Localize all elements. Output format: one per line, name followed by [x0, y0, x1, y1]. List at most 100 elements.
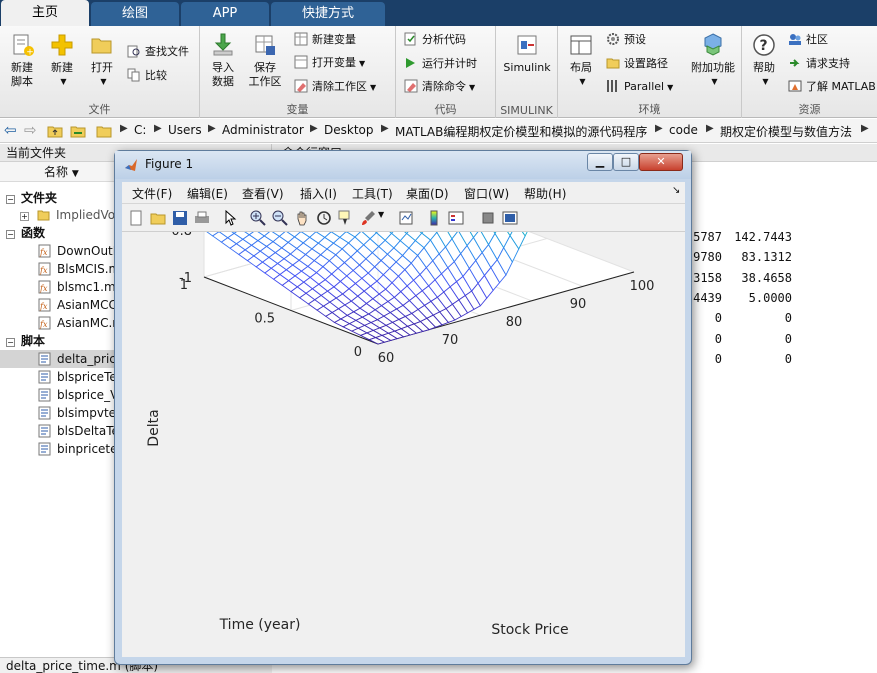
breadcrumb-users[interactable]: Users [168, 123, 202, 137]
data-cursor-icon[interactable] [338, 210, 354, 226]
environment-group-label: 环境 [638, 103, 661, 116]
request-support-button[interactable]: 请求支持 [788, 54, 850, 74]
analyze-code-button[interactable]: 分析代码 [404, 30, 466, 50]
link-plot-icon[interactable] [398, 210, 414, 226]
script-file-item[interactable]: blspriceTe [38, 368, 117, 386]
open-file-icon[interactable] [150, 210, 166, 226]
breadcrumb-drive[interactable]: C: [134, 123, 146, 137]
show-tools-icon[interactable] [502, 210, 518, 226]
script-file-item[interactable]: blsprice_V [38, 386, 118, 404]
function-file-item[interactable]: fx DownOutP [38, 242, 120, 260]
find-files-button[interactable]: 查找文件 [127, 42, 189, 62]
layout-button[interactable]: 布局 ▼ [561, 32, 601, 89]
surface-plot[interactable]: -0.2-0.4-0.6-0.8-110.5060708090100DeltaT… [122, 232, 685, 657]
learn-matlab-button[interactable]: 了解 MATLAB [788, 77, 876, 97]
new-figure-icon[interactable] [128, 210, 144, 226]
clear-commands-icon [404, 79, 418, 93]
chevron-down-icon: ▼ [579, 77, 586, 86]
folder-item[interactable]: + ImpliedVo [20, 206, 115, 224]
new-button[interactable]: 新建 ▼ [42, 32, 82, 89]
function-file-icon: fx [38, 280, 51, 294]
clear-commands-button[interactable]: 清除命令 ▼ [404, 77, 475, 97]
section-folders-label: 文件夹 [21, 191, 58, 205]
figure-title-bar[interactable]: Figure 1 ▁ □ ✕ [115, 151, 691, 179]
menu-insert[interactable]: 插入(I) [300, 185, 337, 202]
chevron-down-icon: ▼ [762, 77, 769, 86]
open-button[interactable]: 打开 ▼ [82, 32, 122, 89]
new-variable-button[interactable]: 新建变量 [294, 30, 356, 50]
breadcrumb-current-folder[interactable]: 期权定价模型与数值方法 [720, 123, 852, 140]
menu-tools[interactable]: 工具(T) [352, 185, 393, 202]
import-data-button[interactable]: 导入 数据 [203, 32, 243, 89]
help-button[interactable]: ? 帮助 ▼ [744, 32, 784, 89]
script-file-item[interactable]: blsDeltaTe [38, 422, 119, 440]
legend-icon[interactable] [448, 210, 464, 226]
open-variable-button[interactable]: 打开变量 ▼ [294, 53, 365, 73]
zoom-out-icon[interactable] [272, 210, 288, 226]
tab-shortcuts[interactable]: 快捷方式 [271, 2, 385, 26]
function-file-icon: fx [38, 316, 51, 330]
close-button[interactable]: ✕ [639, 153, 683, 171]
browse-folder-icon[interactable] [70, 123, 86, 139]
script-file-item[interactable]: blsimpvtes [38, 404, 122, 422]
menu-file[interactable]: 文件(F) [132, 185, 172, 202]
zoom-in-icon[interactable] [250, 210, 266, 226]
output-cell: 83.1312 [741, 250, 792, 265]
tab-home[interactable]: 主页 [1, 0, 89, 26]
help-label: 帮助 [753, 61, 775, 74]
addons-button[interactable]: 附加功能 ▼ [688, 32, 738, 89]
chevron-down-icon[interactable]: ▼ [378, 210, 384, 219]
minimize-button[interactable]: ▁ [587, 153, 613, 171]
new-script-button[interactable]: + 新建 脚本 [2, 32, 42, 89]
clear-workspace-button[interactable]: 清除工作区 ▼ [294, 77, 376, 97]
analyze-code-icon [404, 32, 416, 46]
colorbar-icon[interactable] [426, 210, 442, 226]
community-label: 社区 [806, 33, 828, 46]
forward-arrow-icon[interactable]: ⇨ [24, 121, 37, 139]
print-icon[interactable] [194, 210, 210, 226]
parallel-button[interactable]: Parallel ▼ [606, 77, 673, 97]
save-icon[interactable] [172, 210, 188, 226]
tab-apps[interactable]: APP [181, 2, 269, 26]
preferences-button[interactable]: 预设 [606, 30, 646, 50]
function-file-item[interactable]: fx BlsMCIS.m [38, 260, 120, 278]
community-button[interactable]: 社区 [788, 30, 828, 50]
import-data-label: 导入 数据 [212, 61, 234, 88]
maximize-button[interactable]: □ [613, 153, 639, 171]
run-time-icon [406, 58, 415, 68]
svg-text:fx: fx [39, 320, 48, 329]
dock-arrow-icon[interactable]: ↘ [672, 185, 680, 196]
breadcrumb-code[interactable]: code [669, 123, 698, 137]
breadcrumb-project-folder[interactable]: MATLAB编程期权定价模型和模拟的源代码程序 [395, 123, 647, 140]
clear-commands-label: 清除命令 [422, 80, 466, 93]
menu-edit[interactable]: 编辑(E) [187, 185, 228, 202]
menu-view[interactable]: 查看(V) [242, 185, 284, 202]
simulink-button[interactable]: Simulink [500, 32, 554, 75]
function-file-item[interactable]: fx AsianMC.m [38, 314, 124, 332]
layout-label: 布局 [570, 61, 592, 74]
x-tick-label: 90 [570, 297, 587, 312]
script-file-item[interactable]: binpricete [38, 440, 118, 458]
open-variable-icon [294, 55, 308, 69]
menu-desktop[interactable]: 桌面(D) [406, 185, 449, 202]
compare-button[interactable]: 比较 [127, 66, 167, 86]
function-file-item[interactable]: fx AsianMCC [38, 296, 117, 314]
menu-window[interactable]: 窗口(W) [464, 185, 509, 202]
svg-text:?: ? [760, 38, 768, 54]
menu-help[interactable]: 帮助(H) [524, 185, 566, 202]
breadcrumb-desktop[interactable]: Desktop [324, 123, 374, 137]
breadcrumb-administrator[interactable]: Administrator [222, 123, 304, 137]
pointer-icon[interactable] [222, 210, 238, 226]
function-file-item[interactable]: fx blsmc1.m [38, 278, 116, 296]
up-folder-icon[interactable] [47, 123, 63, 139]
brush-icon[interactable] [360, 210, 376, 226]
rotate-3d-icon[interactable] [316, 210, 332, 226]
tab-plots[interactable]: 绘图 [91, 2, 179, 26]
set-path-button[interactable]: 设置路径 [606, 54, 668, 74]
back-arrow-icon[interactable]: ⇦ [4, 121, 17, 139]
hide-tools-icon[interactable] [480, 210, 496, 226]
save-workspace-button[interactable]: 保存 工作区 [245, 32, 285, 89]
run-and-time-button[interactable]: 运行并计时 [404, 54, 477, 74]
pan-hand-icon[interactable] [294, 210, 310, 226]
figure-canvas[interactable]: -0.2-0.4-0.6-0.8-110.5060708090100DeltaT… [122, 232, 685, 657]
